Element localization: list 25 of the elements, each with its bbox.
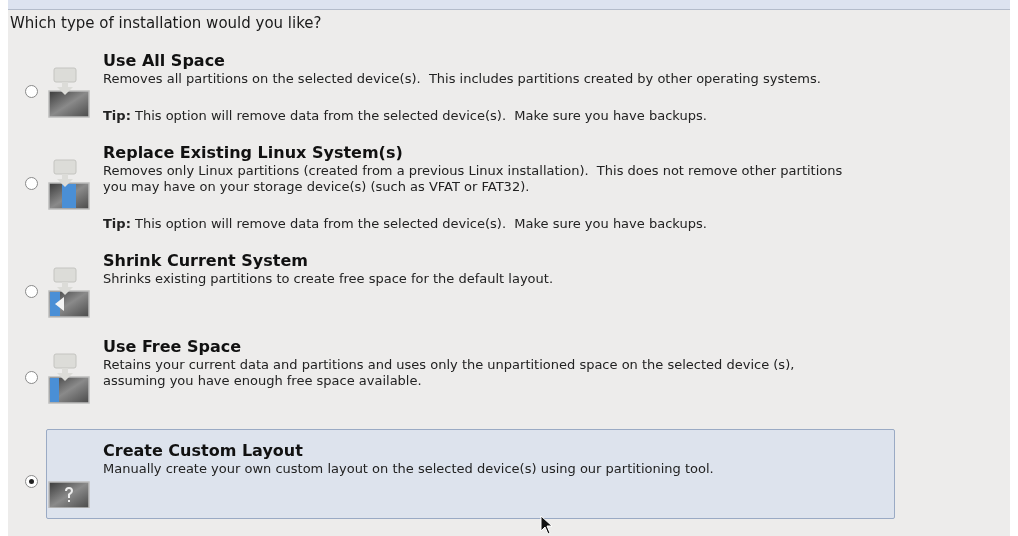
tip-text: Tip: This option will remove data from the selected device(s). Make sure you have backups. <box>103 108 708 124</box>
radio-button[interactable] <box>25 475 38 488</box>
option-title: Create Custom Layout <box>103 441 304 461</box>
option-title: Shrink Current System <box>103 251 309 271</box>
option-description: Removes only Linux partitions (created from a previous Linux installation). This does not remove other partitions you may have on your storage device(s) (such as VFAT or FAT32). <box>103 163 844 195</box>
option-title: Use All Space <box>103 51 226 71</box>
disk-icon <box>48 353 90 404</box>
option-description: Shrinks existing partitions to create free space for the default layout. <box>103 271 555 287</box>
option-panel[interactable]: Use Free Space Retains your current data and partitions and uses only the unpartitioned space on the selected device (s), assuming you have enough free space available. <box>46 335 895 415</box>
disk-icon <box>48 159 90 210</box>
option-title: Replace Existing Linux System(s) <box>103 143 404 163</box>
question-text: Which type of installation would you like? <box>10 13 323 33</box>
option-description: Retains your current data and partitions and uses only the unpartitioned space on the selected device (s), assuming you have enough free space available. <box>103 357 796 389</box>
radio-button[interactable] <box>25 177 38 190</box>
radio-button[interactable] <box>25 85 38 98</box>
tip-text: Tip: This option will remove data from the selected device(s). Make sure you have backups. <box>103 216 708 232</box>
option-title: Use Free Space <box>103 337 243 357</box>
radio-button[interactable] <box>25 285 38 298</box>
option-panel[interactable]: Shrink Current System Shrinks existing partitions to create free space for the default layout. <box>46 249 895 329</box>
disk-icon <box>48 67 90 118</box>
option-description: Manually create your own custom layout on the selected device(s) using our partitioning tool. <box>103 461 715 477</box>
disk-icon <box>48 267 90 318</box>
cursor-icon <box>540 515 553 535</box>
option-description: Removes all partitions on the selected device(s). This includes partitions created by other operating systems. <box>103 71 822 87</box>
radio-button[interactable] <box>25 371 38 384</box>
